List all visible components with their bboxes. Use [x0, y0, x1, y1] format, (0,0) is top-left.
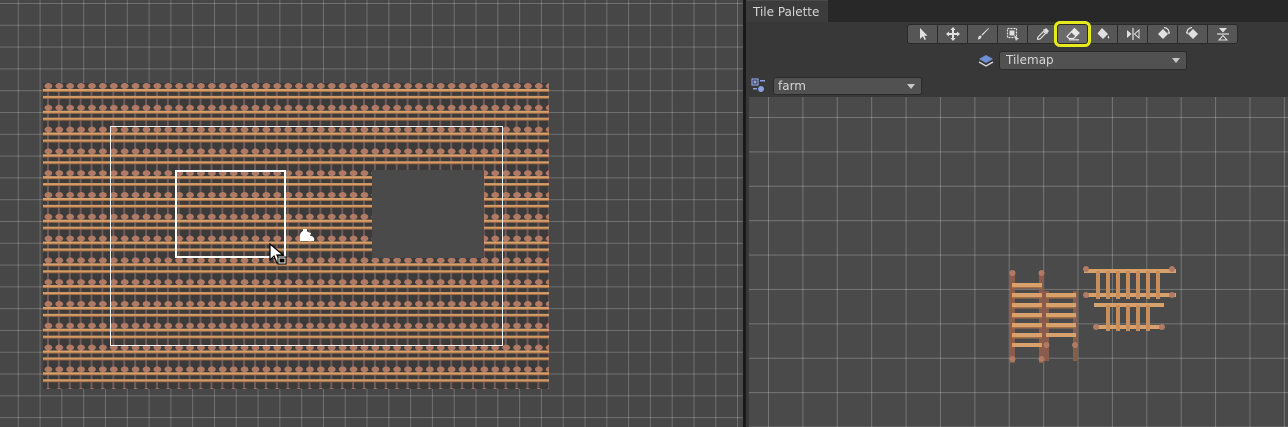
paint-bucket-icon [1097, 28, 1109, 39]
active-tilemap-dropdown[interactable]: Tilemap [999, 51, 1187, 70]
rotate-counterclockwise-icon [1185, 27, 1198, 39]
rotate-counterclockwise-tool-button[interactable] [1177, 24, 1208, 44]
tab-tile-palette[interactable]: Tile Palette [746, 0, 828, 22]
active-tilemap-value: Tilemap [1006, 53, 1054, 67]
flip-horizontal-icon [1126, 28, 1139, 40]
eyedropper-icon [1036, 28, 1049, 41]
eraser-icon [1065, 27, 1080, 41]
palette-selector-row: farm [746, 75, 1288, 171]
palette-value: farm [778, 79, 806, 93]
paintbrush-icon [977, 28, 989, 40]
move-tool-button[interactable] [937, 24, 968, 44]
arrow-pointer-icon [919, 28, 927, 40]
fill-tool-button[interactable] [1087, 24, 1118, 44]
flip-vertical-icon [1216, 28, 1229, 41]
rotate-clockwise-tool-button[interactable] [1147, 24, 1178, 44]
paint-tool-button[interactable] [967, 24, 998, 44]
box-fill-icon [1006, 27, 1019, 41]
erase-tool-button[interactable] [1054, 21, 1091, 47]
select-tool-button[interactable] [907, 24, 938, 44]
eraser-cursor-icon [300, 229, 315, 241]
chevron-down-icon [907, 84, 915, 89]
palette-tile-grid[interactable] [749, 97, 1288, 427]
palette-dropdown[interactable]: farm [773, 77, 922, 95]
flip-x-tool-button[interactable] [1117, 24, 1148, 44]
tile-palette-icon [751, 78, 765, 92]
chevron-down-icon [1172, 58, 1180, 63]
box-fill-tool-button[interactable] [997, 24, 1028, 44]
fence-tile-horizontal[interactable] [1082, 265, 1178, 337]
mouse-cursor-icon [269, 243, 287, 265]
tile-palette-panel: Tile Palette Tilemap farm [746, 0, 1288, 427]
tab-strip: Tile Palette [746, 0, 1288, 22]
move-arrows-icon [945, 27, 960, 41]
active-target-row: Tilemap [978, 51, 1187, 70]
layers-icon [978, 54, 994, 67]
scene-view[interactable] [0, 0, 743, 427]
tile-palette-toolbar [907, 21, 1238, 47]
pick-tool-button[interactable] [1027, 24, 1058, 44]
fence-tile-vertical[interactable] [1009, 269, 1079, 365]
rotate-clockwise-icon [1157, 27, 1170, 39]
flip-y-tool-button[interactable] [1207, 24, 1238, 44]
